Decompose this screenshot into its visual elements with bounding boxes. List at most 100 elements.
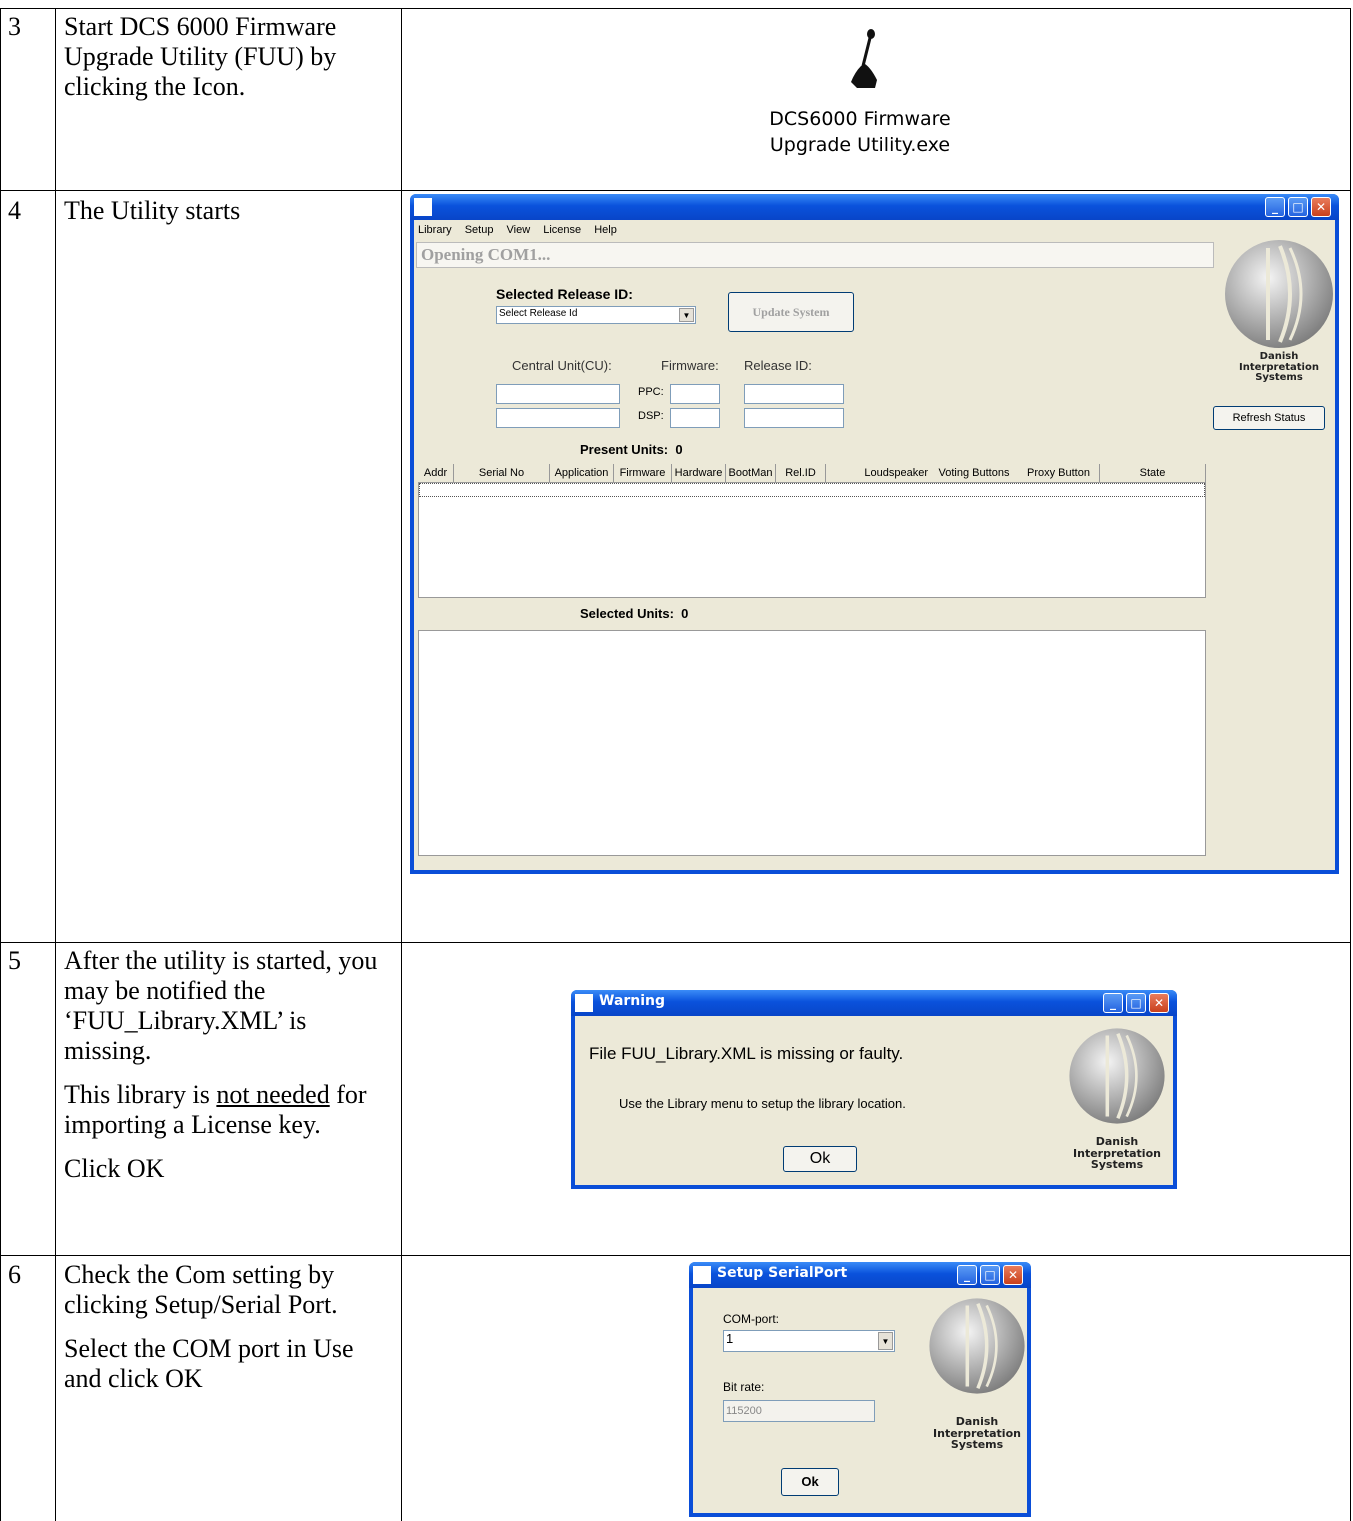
firmware-label: Firmware: xyxy=(661,358,719,373)
step-5-line-1: After the utility is started, you may be… xyxy=(64,946,378,1065)
col-voting[interactable]: Voting Buttons xyxy=(930,464,1018,482)
close-button[interactable]: ✕ xyxy=(1003,1265,1023,1285)
main-titlebar[interactable]: _ □ ✕ xyxy=(410,194,1339,220)
logo-line-3: Systems xyxy=(950,1438,1004,1452)
col-loudspeaker[interactable]: Loudspeaker xyxy=(826,464,930,482)
present-units-list[interactable] xyxy=(418,482,1206,598)
col-application[interactable]: Application xyxy=(550,464,614,482)
serial-title: Setup SerialPort xyxy=(717,1265,848,1281)
maximize-button[interactable]: □ xyxy=(1288,197,1308,217)
desktop-shortcut[interactable]: DCS6000 Firmware Upgrade Utility.exe xyxy=(740,28,980,168)
col-proxy[interactable]: Proxy Button xyxy=(1018,464,1100,482)
row-divider-5-6 xyxy=(0,1255,1351,1256)
col-addr[interactable]: Addr xyxy=(418,464,454,482)
maximize-button[interactable]: □ xyxy=(980,1265,1000,1285)
step-4-text: The Utility starts xyxy=(64,196,394,240)
table-left-border xyxy=(0,8,1,1521)
selected-units-list[interactable] xyxy=(418,630,1206,856)
dis-logo-icon xyxy=(929,1298,1025,1394)
present-units-label: Present Units: 0 xyxy=(580,442,683,457)
status-text: Opening COM1... xyxy=(421,245,551,264)
step-number-3: 3 xyxy=(8,12,21,41)
ok-button[interactable]: Ok xyxy=(781,1468,839,1496)
release-id-field-2[interactable] xyxy=(744,408,844,428)
step-5-line-2: This library is not needed for importing… xyxy=(64,1080,394,1140)
release-id-combo[interactable]: Select Release Id ▼ xyxy=(496,306,696,324)
step-5-text: After the utility is started, you may be… xyxy=(64,946,394,1198)
close-button[interactable]: ✕ xyxy=(1311,197,1331,217)
step-number-5: 5 xyxy=(8,946,21,975)
logo-line-1: Danish xyxy=(955,1415,999,1428)
release-id-field-1[interactable] xyxy=(744,384,844,404)
com-port-combo[interactable]: 1 ▼ xyxy=(723,1330,895,1352)
logo-caption: Danish Interpretation Systems xyxy=(1065,1136,1169,1171)
col-relid[interactable]: Rel.ID xyxy=(776,464,826,482)
selected-release-label: Selected Release ID: xyxy=(496,286,633,302)
col-hardware[interactable]: Hardware xyxy=(672,464,726,482)
step-4-line: The Utility starts xyxy=(64,196,241,225)
logo-line-1: Danish xyxy=(1259,351,1299,362)
release-combo-value: Select Release Id xyxy=(499,308,578,319)
minimize-button[interactable]: _ xyxy=(1265,197,1285,217)
dsp-field[interactable] xyxy=(670,408,720,428)
col-firmware[interactable]: Firmware xyxy=(614,464,672,482)
microphone-icon xyxy=(851,29,877,88)
col-bootman[interactable]: BootMan xyxy=(726,464,776,482)
text-column-divider xyxy=(401,8,402,1521)
row-divider-3-4 xyxy=(0,190,1351,191)
bit-rate-value: 115200 xyxy=(726,1405,762,1417)
list-focus-row xyxy=(419,483,1205,497)
release-id-label: Release ID: xyxy=(744,358,812,373)
menu-bar: Library Setup View License Help xyxy=(418,224,617,236)
com-port-label: COM-port: xyxy=(723,1312,780,1326)
update-system-button[interactable]: Update System xyxy=(728,292,854,332)
status-box: Opening COM1... xyxy=(416,242,1214,268)
step-5-line-2a: This library is xyxy=(64,1080,217,1109)
close-button[interactable]: ✕ xyxy=(1149,993,1169,1013)
app-icon xyxy=(414,198,432,216)
refresh-status-button[interactable]: Refresh Status xyxy=(1213,406,1325,430)
logo-line-3: Systems xyxy=(1255,372,1303,383)
step-3-text: Start DCS 6000 Firmware Upgrade Utility … xyxy=(64,12,394,116)
minimize-button[interactable]: _ xyxy=(957,1265,977,1285)
com-port-value: 1 xyxy=(726,1331,734,1346)
dis-logo: Danish Interpretation Systems xyxy=(925,1294,1029,1464)
warning-hint: Use the Library menu to setup the librar… xyxy=(619,1096,906,1111)
logo-caption: Danish Interpretation Systems xyxy=(1220,351,1338,384)
maximize-button[interactable]: □ xyxy=(1126,993,1146,1013)
table-right-border xyxy=(1350,8,1351,1521)
serial-titlebar[interactable]: Setup SerialPort _ □ ✕ xyxy=(689,1262,1031,1288)
minimize-button[interactable]: _ xyxy=(1103,993,1123,1013)
warning-titlebar[interactable]: Warning _ □ ✕ xyxy=(571,990,1177,1016)
col-state[interactable]: State xyxy=(1100,464,1206,482)
dis-logo-icon xyxy=(1225,240,1333,348)
ppc-field[interactable] xyxy=(670,384,720,404)
dsp-label: DSP: xyxy=(638,410,664,422)
chevron-down-icon: ▼ xyxy=(679,308,694,322)
serial-port-window: Setup SerialPort _ □ ✕ COM-port: 1 ▼ Bit… xyxy=(689,1262,1031,1517)
shortcut-label-2: Upgrade Utility.exe xyxy=(769,134,951,156)
app-icon xyxy=(693,1266,711,1284)
warning-title: Warning xyxy=(599,993,666,1009)
menu-help[interactable]: Help xyxy=(594,224,617,236)
bit-rate-label: Bit rate: xyxy=(723,1380,765,1394)
bit-rate-field: 115200 xyxy=(723,1400,875,1422)
cu-field-1[interactable] xyxy=(496,384,620,404)
step-5-emphasis: not needed xyxy=(216,1080,330,1109)
fuu-main-window: _ □ ✕ Library Setup View License Help Op… xyxy=(410,194,1339,874)
menu-license[interactable]: License xyxy=(543,224,581,236)
menu-setup[interactable]: Setup xyxy=(465,224,494,236)
menu-view[interactable]: View xyxy=(507,224,531,236)
serial-client: COM-port: 1 ▼ Bit rate: 115200 Ok Danish… xyxy=(693,1288,1027,1513)
ok-button[interactable]: Ok xyxy=(783,1146,857,1172)
step-6-text: Check the Com setting by clicking Setup/… xyxy=(64,1260,394,1408)
step-3-line: Start DCS 6000 Firmware Upgrade Utility … xyxy=(64,12,337,101)
logo-line-1: Danish xyxy=(1095,1135,1139,1148)
col-serial[interactable]: Serial No xyxy=(454,464,550,482)
menu-library[interactable]: Library xyxy=(418,224,452,236)
warning-message: File FUU_Library.XML is missing or fault… xyxy=(589,1044,904,1063)
step-number-6: 6 xyxy=(8,1260,21,1289)
dis-logo-icon xyxy=(1069,1028,1165,1124)
cu-field-2[interactable] xyxy=(496,408,620,428)
num-column-divider xyxy=(55,8,56,1521)
